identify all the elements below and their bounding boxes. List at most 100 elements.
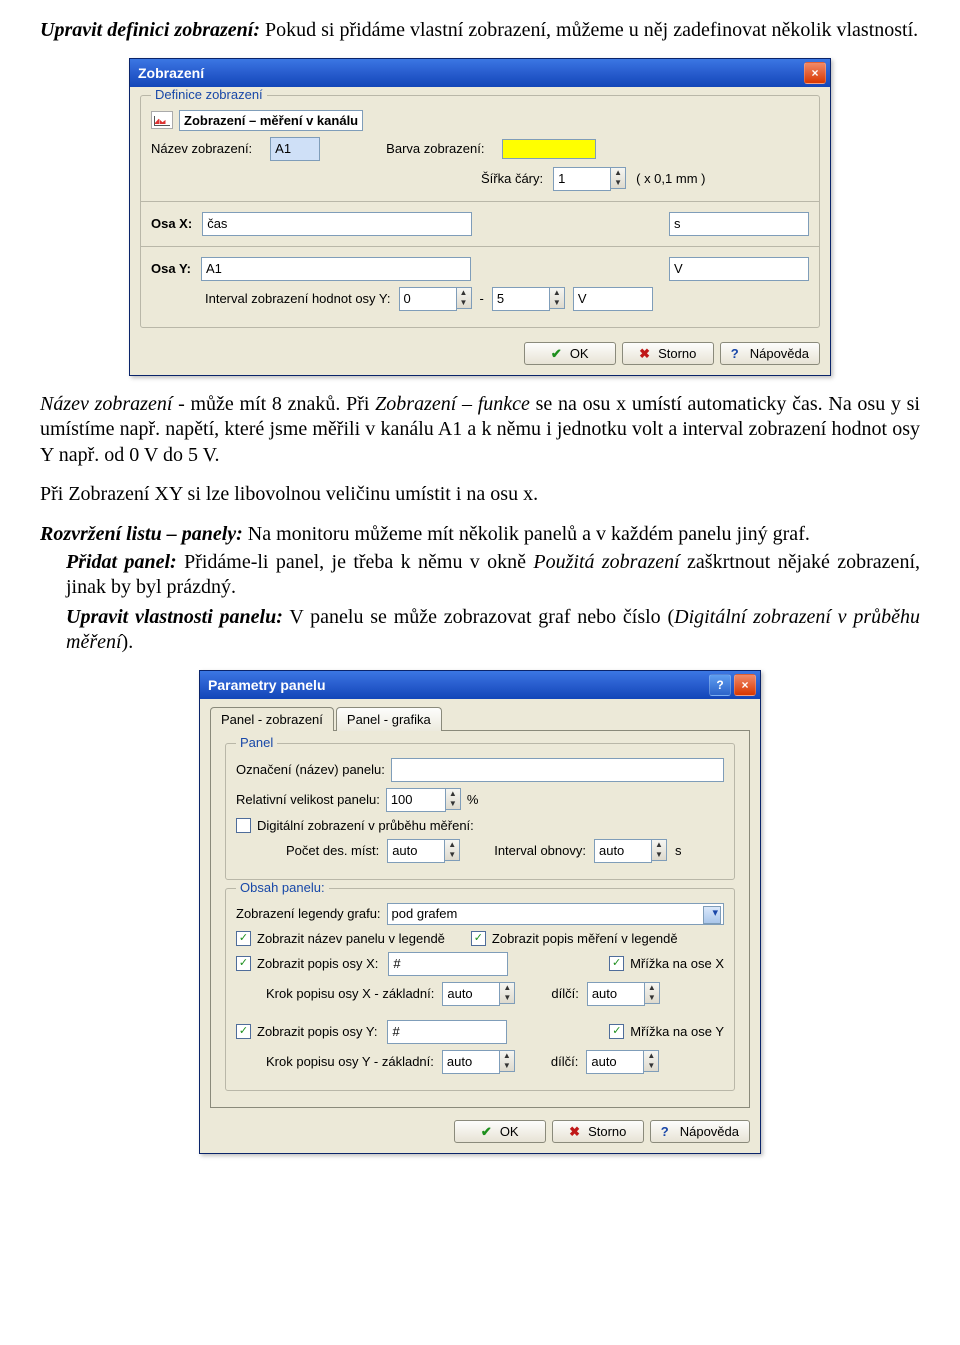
spinner-to[interactable]: ▲▼ (550, 287, 565, 309)
titlebar: Zobrazení × (130, 59, 830, 87)
input-interval-unit[interactable] (573, 287, 653, 311)
para-6: Upravit vlastnosti panelu: V panelu se m… (40, 605, 920, 656)
input-interval-to[interactable] (492, 287, 550, 311)
spinner-refresh[interactable]: ▲▼ (652, 839, 667, 861)
label-interval: Interval zobrazení hodnot osy Y: (205, 291, 391, 306)
question-icon: ? (731, 346, 745, 360)
p2a: Název zobrazení - (40, 393, 190, 415)
label-stepx: Krok popisu osy X - základní: (266, 986, 434, 1001)
group-legend: Obsah panelu: (236, 880, 329, 895)
group-definice: Definice zobrazení Zobrazení – měření v … (140, 95, 820, 328)
para-3: Při Zobrazení XY si lze libovolnou velič… (40, 482, 920, 508)
input-interval-from[interactable] (399, 287, 457, 311)
input-stepy[interactable] (442, 1050, 500, 1074)
spinner-stepy[interactable]: ▲▼ (500, 1050, 515, 1072)
group-panel: Panel Označení (název) panelu: Relativní… (225, 743, 735, 880)
label-stepx-small: dílčí: (551, 986, 578, 1001)
ok-button[interactable]: ✔OK (454, 1120, 546, 1143)
para-1: Upravit definici zobrazení: Pokud si při… (40, 18, 920, 44)
spinner-linewidth[interactable]: ▲▼ (611, 167, 626, 189)
cross-icon: ✖ (569, 1124, 583, 1138)
para-4: Rozvržení listu – panely: Na monitoru mů… (40, 522, 920, 548)
dialog-title: Parametry panelu (208, 677, 326, 693)
close-icon[interactable]: × (734, 674, 756, 696)
help-button[interactable]: ?Nápověda (650, 1120, 750, 1143)
checkbox-axis-y[interactable]: Zobrazit popis osy Y: (236, 1024, 377, 1039)
para-2: Název zobrazení - může mít 8 znaků. Při … (40, 392, 920, 469)
tab-content: Panel Označení (název) panelu: Relativní… (210, 730, 750, 1108)
checkbox-axis-x[interactable]: Zobrazit popis osy X: (236, 956, 378, 971)
checkbox-icon (236, 956, 251, 971)
color-swatch[interactable] (502, 139, 596, 159)
help-button[interactable]: ?Nápověda (720, 342, 820, 365)
tab-zobrazeni[interactable]: Panel - zobrazení (210, 707, 334, 731)
spinner-stepy-small[interactable]: ▲▼ (644, 1050, 659, 1072)
input-axis-x-format[interactable] (388, 952, 508, 976)
chart-icon (151, 111, 173, 129)
checkbox-icon (236, 818, 251, 833)
input-panel-name[interactable] (391, 758, 724, 782)
input-axis-x-unit[interactable] (669, 212, 809, 236)
refresh-unit: s (675, 843, 682, 858)
input-refresh[interactable] (594, 839, 652, 863)
input-axis-y[interactable] (201, 257, 471, 281)
checkbox-meas-desc[interactable]: Zobrazit popis měření v legendě (471, 931, 678, 946)
input-stepy-small[interactable] (586, 1050, 644, 1074)
label-refresh: Interval obnovy: (494, 843, 586, 858)
tab-grafika[interactable]: Panel - grafika (336, 707, 442, 731)
label-relsize: Relativní velikost panelu: (236, 792, 380, 807)
checkbox-grid-x[interactable]: Mřížka na ose X (609, 956, 724, 971)
label-decplaces: Počet des. míst: (286, 843, 379, 858)
label-legend: Zobrazení legendy grafu: (236, 906, 381, 921)
input-axis-y-unit[interactable] (669, 257, 809, 281)
spinner-decplaces[interactable]: ▲▼ (445, 839, 460, 861)
input-name[interactable] (270, 137, 320, 161)
cancel-button[interactable]: ✖Storno (552, 1120, 644, 1143)
label-linewidth: Šířka čáry: (481, 171, 543, 186)
input-stepx[interactable] (442, 982, 500, 1006)
check-icon: ✔ (481, 1124, 495, 1138)
input-decplaces[interactable] (387, 839, 445, 863)
input-stepx-small[interactable] (587, 982, 645, 1006)
select-legend[interactable]: pod grafem (387, 903, 724, 925)
checkbox-icon (609, 1024, 624, 1039)
label-color: Barva zobrazení: (386, 141, 484, 156)
checkbox-panel-name[interactable]: Zobrazit název panelu v legendě (236, 931, 445, 946)
checkbox-grid-y[interactable]: Mřížka na ose Y (609, 1024, 724, 1039)
checkbox-icon (471, 931, 486, 946)
spinner-from[interactable]: ▲▼ (457, 287, 472, 309)
spinner-stepx[interactable]: ▲▼ (500, 982, 515, 1004)
check-icon: ✔ (551, 346, 565, 360)
close-icon[interactable]: × (804, 62, 826, 84)
input-axis-y-format[interactable] (387, 1020, 507, 1044)
label-axis-x: Osa X: (151, 216, 192, 231)
input-linewidth[interactable] (553, 167, 611, 191)
linewidth-suffix: ( x 0,1 mm ) (636, 171, 705, 186)
para-1-lead: Upravit definici zobrazení: (40, 19, 260, 41)
checkbox-icon (236, 1024, 251, 1039)
input-axis-x[interactable] (202, 212, 472, 236)
relsize-unit: % (467, 792, 479, 807)
ok-button[interactable]: ✔OK (524, 342, 616, 365)
dialog-parametry-panelu: Parametry panelu ? × Panel - zobrazení P… (199, 670, 761, 1154)
cross-icon: ✖ (639, 346, 653, 360)
label-panel-name: Označení (název) panelu: (236, 762, 385, 777)
label-name: Název zobrazení: (151, 141, 252, 156)
dialog-zobrazeni: Zobrazení × Definice zobrazení Zobrazení… (129, 58, 831, 376)
titlebar-help-icon[interactable]: ? (709, 674, 731, 696)
cancel-button[interactable]: ✖Storno (622, 342, 714, 365)
checkbox-icon (609, 956, 624, 971)
group-legend: Panel (236, 735, 277, 750)
dash: - (480, 291, 484, 306)
label-stepy-small: dílčí: (551, 1054, 578, 1069)
group-legend: Definice zobrazení (151, 87, 267, 102)
label-axis-y: Osa Y: (151, 261, 191, 276)
group-content: Obsah panelu: Zobrazení legendy grafu: p… (225, 888, 735, 1091)
spinner-stepx-small[interactable]: ▲▼ (645, 982, 660, 1004)
titlebar: Parametry panelu ? × (200, 671, 760, 699)
display-type-chip[interactable]: Zobrazení – měření v kanálu (179, 110, 363, 131)
label-stepy: Krok popisu osy Y - základní: (266, 1054, 434, 1069)
input-relsize[interactable] (386, 788, 446, 812)
spinner-relsize[interactable]: ▲▼ (446, 788, 461, 810)
checkbox-digital[interactable]: Digitální zobrazení v průběhu měření: (236, 818, 474, 833)
